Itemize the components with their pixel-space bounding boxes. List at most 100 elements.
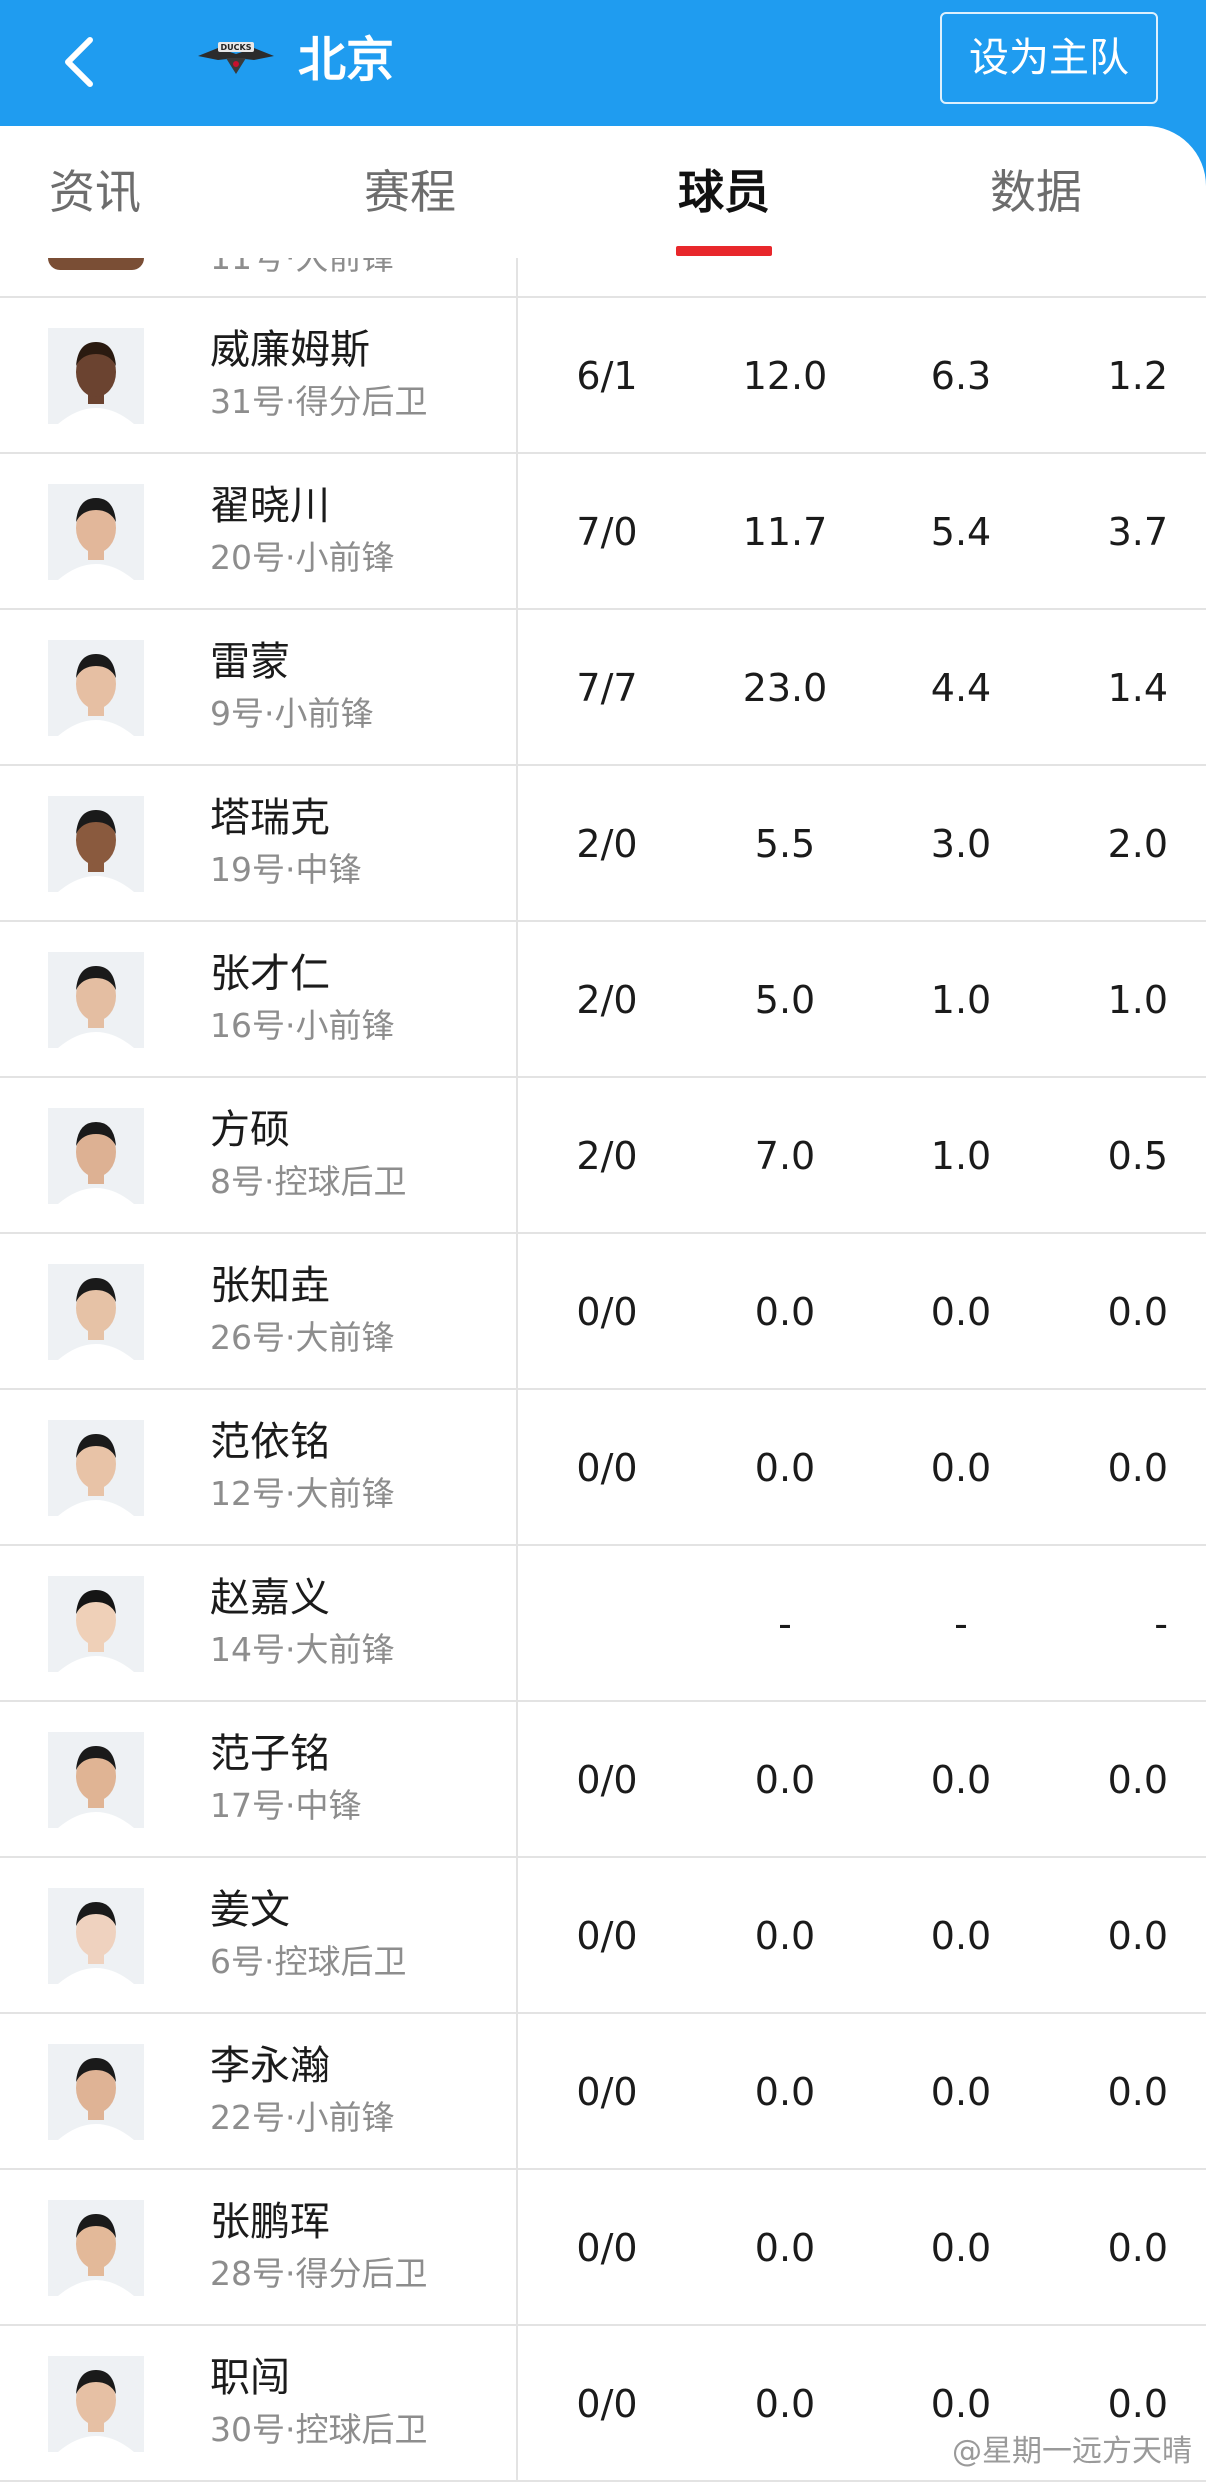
player-avatar xyxy=(48,796,144,892)
assists-avg: 2.0 xyxy=(1107,822,1168,866)
games-started: 0/0 xyxy=(576,2070,638,2114)
points-avg: 0.0 xyxy=(754,2226,816,2270)
player-avatar xyxy=(48,1108,144,1204)
player-name: 范子铭 xyxy=(210,1731,330,1777)
points-avg: 7.0 xyxy=(754,1134,816,1178)
player-avatar xyxy=(48,952,144,1048)
column-divider xyxy=(516,610,518,766)
player-avatar xyxy=(48,2356,144,2452)
player-avatar xyxy=(48,640,144,736)
points-avg: 0.0 xyxy=(754,2382,816,2426)
games-started: 0/0 xyxy=(576,1758,638,1802)
rebounds-avg: 0.0 xyxy=(930,1446,992,1490)
assists-avg: - xyxy=(1154,1602,1168,1646)
player-row[interactable]: 张才仁 16号·小前锋 2/0 5.0 1.0 1.0 xyxy=(0,922,1206,1078)
column-divider xyxy=(516,298,518,454)
player-meta: 17号·中锋 xyxy=(210,1786,362,1825)
points-avg: 0.0 xyxy=(754,1290,816,1334)
player-meta: 31号·得分后卫 xyxy=(210,382,428,421)
player-row[interactable]: 威廉姆斯 31号·得分后卫 6/1 12.0 6.3 1.2 xyxy=(0,298,1206,454)
player-meta: 9号·小前锋 xyxy=(210,694,374,733)
assists-avg: 1.4 xyxy=(1107,666,1168,710)
points-avg: 5.5 xyxy=(754,822,816,866)
player-meta: 12号·大前锋 xyxy=(210,1474,395,1513)
points-avg: 11.7 xyxy=(742,510,828,554)
assists-avg: 0.0 xyxy=(1107,2382,1168,2426)
player-avatar xyxy=(48,484,144,580)
column-divider xyxy=(516,922,518,1078)
assists-avg: 0.0 xyxy=(1107,1914,1168,1958)
tab-schedule[interactable]: 赛程 xyxy=(310,152,510,232)
rebounds-avg: 0.0 xyxy=(930,2226,992,2270)
points-avg: - xyxy=(778,1602,792,1646)
player-row[interactable]: 张知垚 26号·大前锋 0/0 0.0 0.0 0.0 xyxy=(0,1234,1206,1390)
games-started: 0/0 xyxy=(576,2382,638,2426)
active-tab-indicator xyxy=(676,246,772,256)
player-avatar xyxy=(48,2044,144,2140)
player-row[interactable]: 方硕 8号·控球后卫 2/0 7.0 1.0 0.5 xyxy=(0,1078,1206,1234)
rebounds-avg: 4.4 xyxy=(930,666,992,710)
player-row[interactable]: 姜文 6号·控球后卫 0/0 0.0 0.0 0.0 xyxy=(0,1858,1206,2014)
player-row[interactable]: 范子铭 17号·中锋 0/0 0.0 0.0 0.0 xyxy=(0,1702,1206,1858)
player-meta: 30号·控球后卫 xyxy=(210,2410,428,2449)
column-divider xyxy=(516,258,518,298)
partial-player-row[interactable]: 11号·大前锋 xyxy=(0,258,1206,298)
column-divider xyxy=(516,1234,518,1390)
player-meta: 26号·大前锋 xyxy=(210,1318,395,1357)
games-started xyxy=(522,1596,692,1652)
player-meta: 28号·得分后卫 xyxy=(210,2254,428,2293)
player-row[interactable]: 赵嘉义 14号·大前锋 - - - xyxy=(0,1546,1206,1702)
player-row[interactable]: 张鹏珲 28号·得分后卫 0/0 0.0 0.0 0.0 xyxy=(0,2170,1206,2326)
player-name: 塔瑞克 xyxy=(210,795,330,841)
column-divider xyxy=(516,766,518,922)
tab-stats[interactable]: 数据 xyxy=(936,152,1136,232)
set-home-team-button[interactable]: 设为主队 xyxy=(940,12,1158,104)
column-divider xyxy=(516,2014,518,2170)
player-row[interactable]: 李永瀚 22号·小前锋 0/0 0.0 0.0 0.0 xyxy=(0,2014,1206,2170)
player-name: 张才仁 xyxy=(210,951,330,997)
player-row[interactable]: 范依铭 12号·大前锋 0/0 0.0 0.0 0.0 xyxy=(0,1390,1206,1546)
games-started: 7/0 xyxy=(576,510,638,554)
games-started: 7/7 xyxy=(576,666,638,710)
player-name: 李永瀚 xyxy=(210,2043,330,2089)
rebounds-avg: 0.0 xyxy=(930,1758,992,1802)
team-logo: DUCKS xyxy=(196,34,276,84)
player-avatar xyxy=(48,1732,144,1828)
player-avatar xyxy=(48,1888,144,1984)
player-meta: 19号·中锋 xyxy=(210,850,362,889)
column-divider xyxy=(516,1390,518,1546)
tab-news[interactable]: 资讯 xyxy=(0,152,190,232)
column-divider xyxy=(516,1858,518,2014)
games-started: 2/0 xyxy=(576,978,638,1022)
player-list[interactable]: 11号·大前锋 威廉姆斯 31号·得分后卫 6/1 12.0 6.3 1.2 xyxy=(0,258,1206,2484)
points-avg: 23.0 xyxy=(742,666,828,710)
player-name: 张知垚 xyxy=(210,1263,330,1309)
player-avatar xyxy=(48,1576,144,1672)
rebounds-avg: 6.3 xyxy=(930,354,992,398)
page: DUCKS 北京 设为主队 资讯 赛程 球员 数据 11号·大前锋 xyxy=(0,0,1206,2484)
points-avg: 5.0 xyxy=(754,978,816,1022)
player-name: 姜文 xyxy=(210,1887,290,1933)
player-row[interactable]: 翟晓川 20号·小前锋 7/0 11.7 5.4 3.7 xyxy=(0,454,1206,610)
player-meta: 6号·控球后卫 xyxy=(210,1942,407,1981)
back-button[interactable] xyxy=(50,30,110,94)
games-started: 0/0 xyxy=(576,1914,638,1958)
player-name: 方硕 xyxy=(210,1107,290,1153)
assists-avg: 1.2 xyxy=(1107,354,1168,398)
player-avatar xyxy=(48,1420,144,1516)
rebounds-avg: 3.0 xyxy=(930,822,992,866)
player-name: 张鹏珲 xyxy=(210,2199,330,2245)
assists-avg: 3.7 xyxy=(1107,510,1168,554)
watermark: @星期一远方天晴 xyxy=(952,2434,1192,2469)
logo-text: DUCKS xyxy=(221,43,252,52)
player-row[interactable]: 雷蒙 9号·小前锋 7/7 23.0 4.4 1.4 xyxy=(0,610,1206,766)
assists-avg: 0.0 xyxy=(1107,2226,1168,2270)
points-avg: 0.0 xyxy=(754,2070,816,2114)
player-name: 范依铭 xyxy=(210,1419,330,1465)
player-row[interactable]: 塔瑞克 19号·中锋 2/0 5.5 3.0 2.0 xyxy=(0,766,1206,922)
rebounds-avg: 0.0 xyxy=(930,2070,992,2114)
tab-players[interactable]: 球员 xyxy=(624,152,824,232)
rebounds-avg: - xyxy=(954,1602,968,1646)
assists-avg: 0.0 xyxy=(1107,1446,1168,1490)
player-avatar xyxy=(48,1264,144,1360)
